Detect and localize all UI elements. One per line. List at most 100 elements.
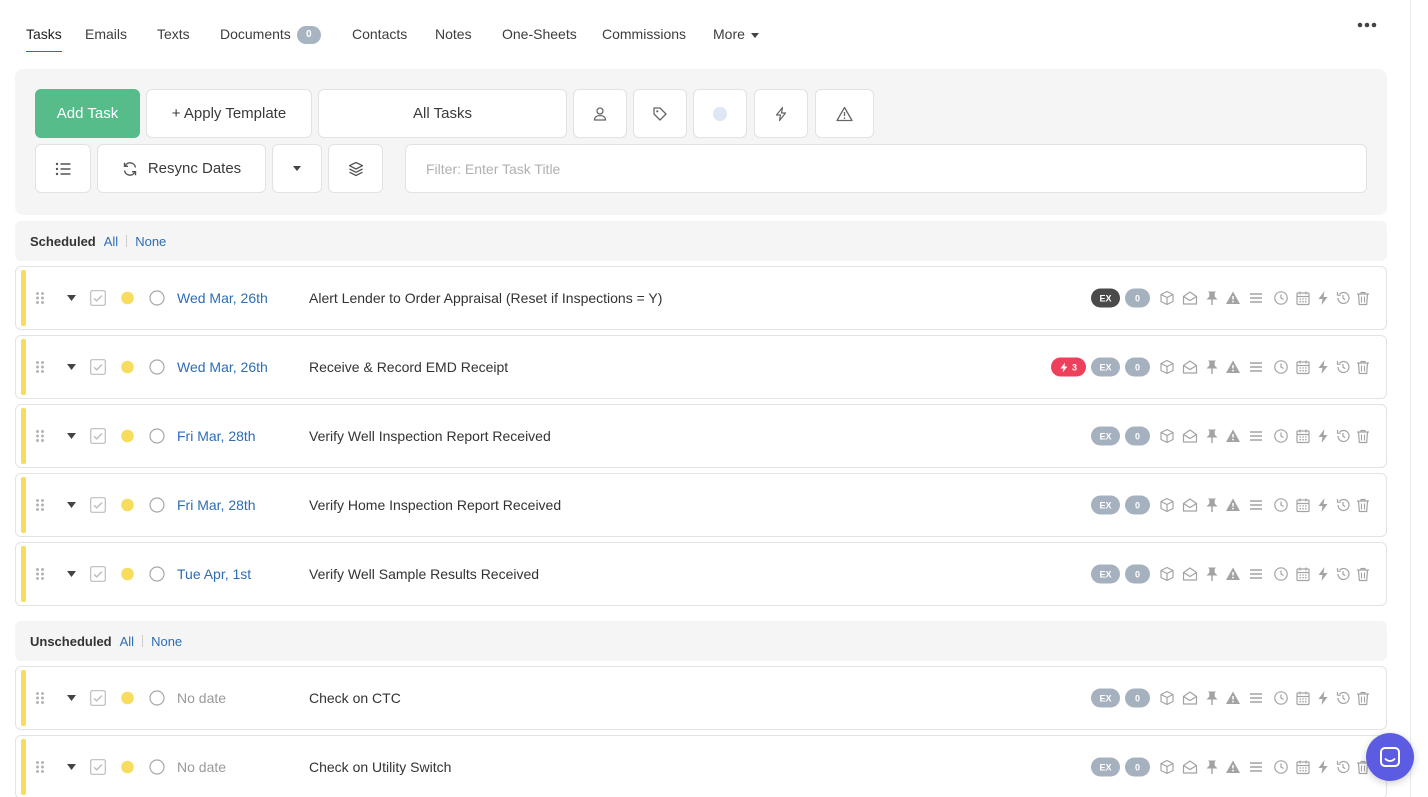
pin-icon[interactable] bbox=[1204, 566, 1220, 582]
cube-icon[interactable] bbox=[1159, 428, 1175, 444]
tab-emails[interactable]: Emails bbox=[85, 18, 127, 52]
cube-icon[interactable] bbox=[1159, 759, 1175, 775]
cube-icon[interactable] bbox=[1159, 690, 1175, 706]
drag-handle-icon[interactable] bbox=[35, 692, 45, 705]
priority-dot-icon[interactable] bbox=[121, 567, 134, 581]
tab-texts[interactable]: Texts bbox=[157, 18, 190, 52]
trash-icon[interactable] bbox=[1355, 290, 1371, 306]
status-color-filter-button[interactable] bbox=[693, 89, 747, 138]
priority-dot-icon[interactable] bbox=[121, 429, 134, 443]
clock-icon[interactable] bbox=[1273, 359, 1289, 375]
trash-icon[interactable] bbox=[1355, 428, 1371, 444]
comment-count-badge[interactable]: 0 bbox=[1125, 688, 1150, 708]
tab-commissions[interactable]: Commissions bbox=[602, 18, 686, 52]
bolt-icon[interactable] bbox=[1315, 690, 1331, 706]
bolt-icon[interactable] bbox=[1315, 759, 1331, 775]
drag-handle-icon[interactable] bbox=[35, 499, 45, 512]
ex-badge[interactable]: EX bbox=[1091, 495, 1120, 515]
task-checkbox[interactable] bbox=[90, 428, 106, 444]
warning-icon[interactable] bbox=[1225, 497, 1241, 513]
priority-dot-icon[interactable] bbox=[121, 291, 134, 305]
drag-handle-icon[interactable] bbox=[35, 761, 45, 774]
automation-count-badge[interactable]: 3 bbox=[1051, 357, 1086, 377]
layers-button[interactable] bbox=[328, 144, 383, 193]
add-task-button[interactable]: Add Task bbox=[35, 89, 140, 138]
task-checkbox[interactable] bbox=[90, 690, 106, 706]
tab-tasks[interactable]: Tasks bbox=[26, 18, 62, 52]
task-checkbox[interactable] bbox=[90, 290, 106, 306]
bolt-icon[interactable] bbox=[1315, 497, 1331, 513]
pin-icon[interactable] bbox=[1204, 690, 1220, 706]
comment-count-badge[interactable]: 0 bbox=[1125, 357, 1150, 377]
history-icon[interactable] bbox=[1335, 290, 1351, 306]
task-row[interactable]: No date Check on CTC EX 0 bbox=[15, 666, 1387, 730]
comment-count-badge[interactable]: 0 bbox=[1125, 288, 1150, 308]
complete-radio[interactable] bbox=[149, 497, 165, 513]
resync-options-dropdown[interactable] bbox=[272, 144, 322, 193]
trash-icon[interactable] bbox=[1355, 690, 1371, 706]
cube-icon[interactable] bbox=[1159, 497, 1175, 513]
complete-radio[interactable] bbox=[149, 690, 165, 706]
calendar-icon[interactable] bbox=[1295, 566, 1311, 582]
task-title[interactable]: Check on Utility Switch bbox=[309, 759, 451, 775]
complete-radio[interactable] bbox=[149, 359, 165, 375]
complete-radio[interactable] bbox=[149, 566, 165, 582]
calendar-icon[interactable] bbox=[1295, 690, 1311, 706]
task-title[interactable]: Verify Well Sample Results Received bbox=[309, 566, 539, 582]
comment-count-badge[interactable]: 0 bbox=[1125, 564, 1150, 584]
list-view-button[interactable] bbox=[35, 144, 91, 193]
clock-icon[interactable] bbox=[1273, 566, 1289, 582]
clock-icon[interactable] bbox=[1273, 759, 1289, 775]
clock-icon[interactable] bbox=[1273, 690, 1289, 706]
chat-launcher-button[interactable] bbox=[1366, 733, 1414, 781]
ex-badge[interactable]: EX bbox=[1091, 688, 1120, 708]
resync-dates-button[interactable]: Resync Dates bbox=[97, 144, 266, 193]
drag-handle-icon[interactable] bbox=[35, 292, 45, 305]
calendar-icon[interactable] bbox=[1295, 290, 1311, 306]
complete-radio[interactable] bbox=[149, 759, 165, 775]
history-icon[interactable] bbox=[1335, 566, 1351, 582]
lines-icon[interactable] bbox=[1248, 566, 1264, 582]
task-row[interactable]: Fri Mar, 28th Verify Well Inspection Repo… bbox=[15, 404, 1387, 468]
lines-icon[interactable] bbox=[1248, 428, 1264, 444]
ex-badge[interactable]: EX bbox=[1091, 564, 1120, 584]
drag-handle-icon[interactable] bbox=[35, 430, 45, 443]
bolt-icon[interactable] bbox=[1315, 428, 1331, 444]
trash-icon[interactable] bbox=[1355, 497, 1371, 513]
apply-template-button[interactable]: + Apply Template bbox=[146, 89, 312, 138]
priority-dot-icon[interactable] bbox=[121, 760, 134, 774]
lines-icon[interactable] bbox=[1248, 759, 1264, 775]
history-icon[interactable] bbox=[1335, 359, 1351, 375]
calendar-icon[interactable] bbox=[1295, 497, 1311, 513]
task-title-filter-input[interactable] bbox=[405, 144, 1367, 193]
task-checkbox[interactable] bbox=[90, 497, 106, 513]
select-all-link[interactable]: All bbox=[120, 634, 134, 649]
warning-icon[interactable] bbox=[1225, 428, 1241, 444]
task-title[interactable]: Check on CTC bbox=[309, 690, 401, 706]
cube-icon[interactable] bbox=[1159, 290, 1175, 306]
task-title[interactable]: Receive & Record EMD Receipt bbox=[309, 359, 508, 375]
pin-icon[interactable] bbox=[1204, 359, 1220, 375]
bolt-icon[interactable] bbox=[1315, 566, 1331, 582]
envelope-open-icon[interactable] bbox=[1182, 359, 1198, 375]
comment-count-badge[interactable]: 0 bbox=[1125, 757, 1150, 777]
tab-notes[interactable]: Notes bbox=[435, 18, 472, 52]
drag-handle-icon[interactable] bbox=[35, 361, 45, 374]
task-checkbox[interactable] bbox=[90, 566, 106, 582]
trash-icon[interactable] bbox=[1355, 566, 1371, 582]
expand-caret-icon[interactable] bbox=[67, 764, 76, 770]
tab-contacts[interactable]: Contacts bbox=[352, 18, 407, 52]
priority-dot-icon[interactable] bbox=[121, 691, 134, 705]
clock-icon[interactable] bbox=[1273, 290, 1289, 306]
task-due-date[interactable]: Fri Mar, 28th bbox=[177, 428, 256, 444]
envelope-open-icon[interactable] bbox=[1182, 566, 1198, 582]
ex-badge[interactable]: EX bbox=[1091, 426, 1120, 446]
task-title[interactable]: Verify Home Inspection Report Received bbox=[309, 497, 561, 513]
clock-icon[interactable] bbox=[1273, 428, 1289, 444]
task-due-date[interactable]: Fri Mar, 28th bbox=[177, 497, 256, 513]
expand-caret-icon[interactable] bbox=[67, 295, 76, 301]
task-row[interactable]: Wed Mar, 26th Receive & Record EMD Receip… bbox=[15, 335, 1387, 399]
task-row[interactable]: Tue Apr, 1st Verify Well Sample Results R… bbox=[15, 542, 1387, 606]
envelope-open-icon[interactable] bbox=[1182, 428, 1198, 444]
pin-icon[interactable] bbox=[1204, 290, 1220, 306]
